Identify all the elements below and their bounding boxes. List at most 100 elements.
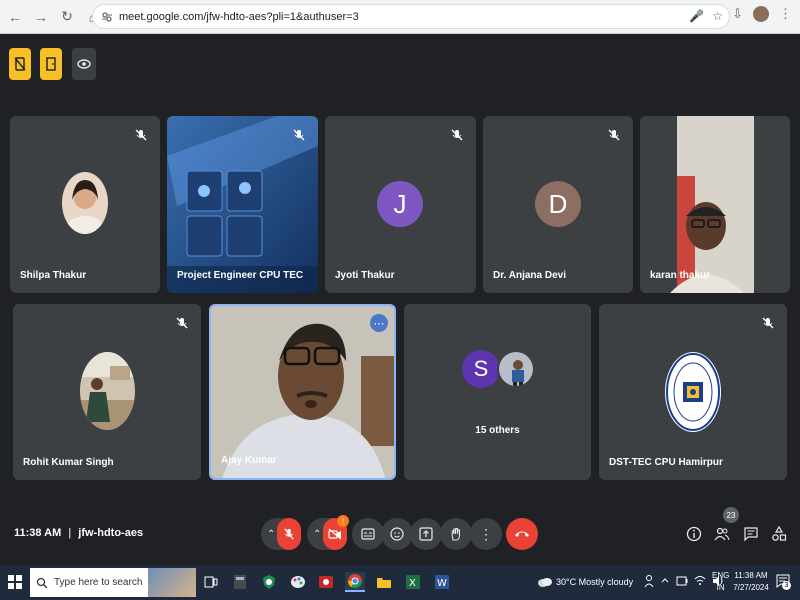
chrome-app-icon[interactable] xyxy=(345,572,365,592)
no-data-saver-icon[interactable] xyxy=(9,48,31,80)
chrome-menu-icon[interactable]: ⋮ xyxy=(779,6,792,22)
participant-name: Ajay Kumar xyxy=(221,455,277,466)
participant-tile-anjana[interactable]: D Dr. Anjana Devi xyxy=(483,116,633,293)
taskbar-search-box[interactable]: Type here to search xyxy=(30,568,196,597)
svg-text:W: W xyxy=(437,578,447,589)
people-button[interactable] xyxy=(714,526,730,547)
participant-name: Dr. Anjana Devi xyxy=(493,270,566,281)
calculator-app-icon[interactable] xyxy=(230,572,250,592)
profile-avatar[interactable] xyxy=(753,6,769,22)
eye-icon[interactable] xyxy=(72,48,96,80)
notification-center-icon[interactable]: 3 xyxy=(776,574,791,593)
back-icon[interactable]: ← xyxy=(4,6,26,28)
search-icon xyxy=(36,577,48,588)
participant-tile-dst-tec[interactable]: DST-TEC CPU Hamirpur xyxy=(599,304,787,480)
download-icon[interactable]: ⇩ xyxy=(732,6,743,22)
participant-avatar: J xyxy=(377,181,423,227)
windows-taskbar: Type here to search X W 30°C Mostly clou… xyxy=(0,565,800,600)
url-text: meet.google.com/jfw-hdto-aes?pli=1&authu… xyxy=(119,10,359,23)
participant-name: Rohit Kumar Singh xyxy=(23,457,114,468)
participant-video xyxy=(640,116,790,293)
paint-app-icon[interactable] xyxy=(288,572,308,592)
captions-icon xyxy=(361,528,375,540)
participant-tile-project-engineer[interactable]: Project Engineer CPU TEC xyxy=(167,116,318,293)
address-bar[interactable]: meet.google.com/jfw-hdto-aes?pli=1&authu… xyxy=(92,4,730,29)
mic-off-icon xyxy=(293,129,305,141)
language-indicator[interactable]: ENG IN xyxy=(712,570,729,594)
photos-app-icon[interactable] xyxy=(316,572,336,592)
language-code: ENG xyxy=(712,571,730,580)
forward-icon[interactable]: → xyxy=(30,6,52,28)
mic-toggle-button[interactable] xyxy=(277,518,301,550)
bookmark-star-icon[interactable]: ☆ xyxy=(712,9,723,23)
browser-toolbar: ← → ↻ ⌂ meet.google.com/jfw-hdto-aes?pli… xyxy=(0,0,800,34)
participant-tile-rohit[interactable]: Rohit Kumar Singh xyxy=(13,304,201,480)
more-options-icon[interactable]: ⋯ xyxy=(370,314,388,332)
raise-hand-button[interactable] xyxy=(440,518,472,550)
file-explorer-icon[interactable] xyxy=(374,572,394,592)
participant-tile-ajay-active-speaker[interactable]: ⋯ Ajay Kumar xyxy=(209,304,396,480)
activities-button[interactable] xyxy=(771,525,787,547)
task-view-icon[interactable] xyxy=(201,572,221,592)
university-logo xyxy=(665,352,721,432)
participant-count-badge: 23 xyxy=(723,507,739,523)
chevron-up-icon[interactable] xyxy=(660,574,670,588)
meeting-info: 11:38 AM | jfw-hdto-aes xyxy=(14,527,143,539)
info-icon xyxy=(686,526,702,542)
mic-off-icon xyxy=(284,528,294,540)
participant-avatar xyxy=(80,352,135,430)
meeting-controls-bar: 11:38 AM | jfw-hdto-aes ⌃ ⌃ ! ⋮ xyxy=(0,505,800,565)
more-options-button[interactable]: ⋮ xyxy=(470,518,502,550)
mic-off-icon xyxy=(608,129,620,141)
participant-tile-others[interactable]: S 15 others xyxy=(404,304,591,480)
camera-control-group: ⌃ ! xyxy=(307,515,349,550)
microphone-icon[interactable]: 🎤 xyxy=(689,9,704,23)
people-icon xyxy=(714,527,730,541)
people-tray-icon[interactable] xyxy=(644,574,654,588)
taskbar-clock[interactable]: 11:38 AM 7/27/2024 xyxy=(733,570,769,594)
mic-off-icon xyxy=(135,129,147,141)
battery-icon[interactable] xyxy=(676,574,688,588)
reload-icon[interactable]: ↻ xyxy=(56,6,78,28)
weather-widget[interactable]: 30°C Mostly cloudy xyxy=(556,577,633,587)
door-icon[interactable] xyxy=(40,48,62,80)
search-highlight-image xyxy=(148,568,196,597)
participant-tile-shilpa[interactable]: Shilpa Thakur xyxy=(10,116,160,293)
mic-options-chevron-icon[interactable]: ⌃ xyxy=(267,529,275,540)
participant-avatar xyxy=(497,350,535,388)
leave-call-button[interactable] xyxy=(506,518,538,550)
participant-tile-karan[interactable]: karan thakur xyxy=(640,116,790,293)
windows-start-icon[interactable] xyxy=(8,575,22,594)
present-screen-icon xyxy=(419,527,433,541)
current-time: 11:38 AM xyxy=(14,527,62,539)
word-app-icon[interactable]: W xyxy=(432,572,452,592)
camera-off-icon xyxy=(328,528,342,540)
reactions-button[interactable] xyxy=(381,518,413,550)
participant-name: Project Engineer CPU TEC xyxy=(177,270,304,281)
shapes-icon xyxy=(772,525,787,541)
end-call-icon xyxy=(515,531,529,537)
participant-name: 15 others xyxy=(475,425,520,436)
meeting-details-button[interactable] xyxy=(686,526,702,547)
participant-video xyxy=(211,306,394,478)
chat-icon xyxy=(744,527,758,542)
more-vert-icon: ⋮ xyxy=(479,525,493,542)
mic-off-icon xyxy=(762,317,774,329)
chat-button[interactable] xyxy=(743,526,759,547)
captions-button[interactable] xyxy=(352,518,384,550)
participant-name: Shilpa Thakur xyxy=(20,270,87,281)
mic-control-group: ⌃ xyxy=(261,518,301,550)
wifi-icon[interactable] xyxy=(694,574,706,588)
participant-avatar: S xyxy=(462,350,500,388)
participant-tile-jyoti[interactable]: J Jyoti Thakur xyxy=(325,116,476,293)
screen-share-video xyxy=(167,116,318,293)
meeting-code: jfw-hdto-aes xyxy=(78,527,144,539)
participant-name: karan thakur xyxy=(650,270,711,281)
camera-options-chevron-icon[interactable]: ⌃ xyxy=(313,529,321,540)
present-button[interactable] xyxy=(410,518,442,550)
hand-icon xyxy=(451,528,460,541)
participant-avatar: D xyxy=(535,181,581,227)
site-info-icon[interactable] xyxy=(101,11,113,23)
app-shield-icon[interactable] xyxy=(259,572,279,592)
excel-app-icon[interactable]: X xyxy=(403,572,423,592)
